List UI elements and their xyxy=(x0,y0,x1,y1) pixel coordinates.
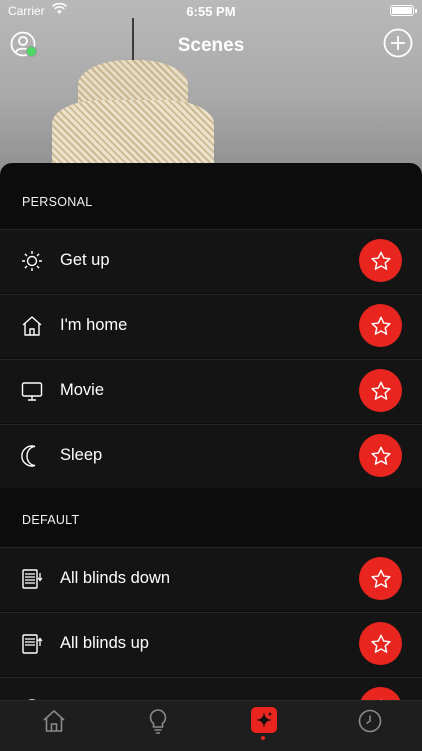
scenes-sheet: PERSONAL Get up I'm home Movie Sleep DEF… xyxy=(0,163,422,700)
scene-label: Sleep xyxy=(60,446,103,464)
header-background-image xyxy=(0,0,422,175)
scene-label: I'm home xyxy=(60,316,128,334)
battery-icon xyxy=(390,5,417,16)
star-icon xyxy=(370,381,391,400)
star-icon xyxy=(370,251,391,270)
scene-row-im-home[interactable]: I'm home xyxy=(0,294,422,358)
star-icon xyxy=(370,316,391,335)
star-icon xyxy=(370,446,391,465)
star-icon xyxy=(370,569,391,588)
monitor-icon xyxy=(21,382,43,401)
blinds-up-icon xyxy=(22,634,43,654)
tab-timers[interactable] xyxy=(356,707,384,735)
section-header-personal: PERSONAL xyxy=(22,195,93,209)
favorite-button[interactable] xyxy=(359,687,402,700)
page-title: Scenes xyxy=(177,35,245,56)
blinds-down-icon xyxy=(22,569,43,589)
favorite-button[interactable] xyxy=(359,304,402,347)
favorite-button[interactable] xyxy=(359,239,402,282)
tab-bar xyxy=(0,700,422,751)
house-icon xyxy=(22,316,42,336)
favorite-button[interactable] xyxy=(359,369,402,412)
favorite-button[interactable] xyxy=(359,434,402,477)
scene-label: Movie xyxy=(60,381,105,399)
star-icon xyxy=(370,634,391,653)
scene-label: Get up xyxy=(60,251,110,269)
favorite-button[interactable] xyxy=(359,622,402,665)
tab-home[interactable] xyxy=(40,707,68,735)
scene-row-movie[interactable]: Movie xyxy=(0,359,422,423)
active-tab-indicator xyxy=(261,736,265,740)
favorite-button[interactable] xyxy=(359,557,402,600)
scene-row-partial[interactable] xyxy=(0,677,422,700)
sparkle-icon xyxy=(256,711,273,728)
scene-row-all-blinds-up[interactable]: All blinds up xyxy=(0,612,422,676)
scene-row-get-up[interactable]: Get up xyxy=(0,229,422,293)
scene-label: All blinds up xyxy=(60,634,149,652)
sun-icon xyxy=(22,251,42,271)
tab-lights[interactable] xyxy=(144,707,172,735)
scene-row-sleep[interactable]: Sleep xyxy=(0,424,422,488)
clock-time: 6:55 PM xyxy=(186,4,236,19)
scene-row-all-blinds-down[interactable]: All blinds down xyxy=(0,547,422,611)
tab-scenes[interactable] xyxy=(251,707,279,735)
add-scene-button[interactable] xyxy=(383,28,413,58)
section-header-default: DEFAULT xyxy=(22,513,80,527)
scene-label: All blinds down xyxy=(60,569,171,587)
status-bar: Carrier 6:55 PM xyxy=(0,0,422,22)
moon-icon xyxy=(21,445,36,467)
